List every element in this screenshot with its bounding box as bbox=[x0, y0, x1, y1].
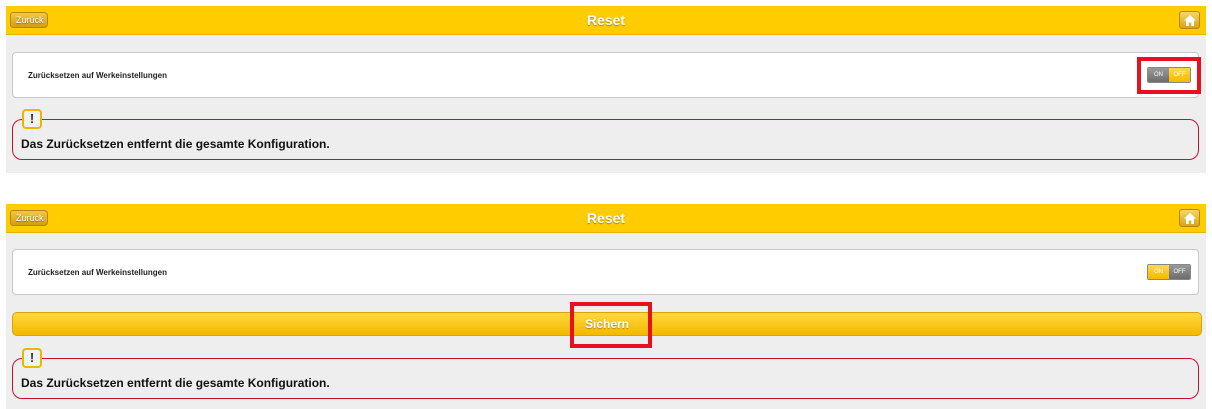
home-button[interactable] bbox=[1179, 11, 1200, 29]
page-title: Reset bbox=[586, 12, 626, 28]
header-bar: Zurück Reset bbox=[6, 6, 1206, 35]
reset-screen-off: Zurück Reset Zurücksetzen auf Werkeinste… bbox=[6, 6, 1206, 173]
warning-notice: Das Zurücksetzen entfernt die gesamte Ko… bbox=[12, 119, 1199, 160]
notice-text: Das Zurücksetzen entfernt die gesamte Ko… bbox=[21, 376, 330, 390]
setting-label: Zurücksetzen auf Werkeinstellungen bbox=[28, 71, 167, 80]
page-title: Reset bbox=[586, 210, 626, 226]
setting-row: Zurücksetzen auf Werkeinstellungen ON OF… bbox=[12, 249, 1199, 295]
header-bar: Zurück Reset bbox=[6, 204, 1206, 233]
toggle-on-label: ON bbox=[1148, 265, 1169, 279]
setting-label: Zurücksetzen auf Werkeinstellungen bbox=[28, 268, 167, 277]
toggle-off-label: OFF bbox=[1169, 265, 1190, 279]
highlight-box bbox=[1137, 57, 1201, 94]
setting-row: Zurücksetzen auf Werkeinstellungen ON OF… bbox=[12, 52, 1199, 98]
warning-notice: Das Zurücksetzen entfernt die gesamte Ko… bbox=[12, 358, 1199, 399]
home-icon bbox=[1184, 213, 1196, 224]
factory-reset-toggle[interactable]: ON OFF bbox=[1147, 264, 1191, 280]
warning-icon: ! bbox=[22, 348, 42, 368]
warning-icon: ! bbox=[22, 109, 42, 129]
home-button[interactable] bbox=[1179, 209, 1200, 227]
highlight-box bbox=[570, 302, 652, 348]
notice-text: Das Zurücksetzen entfernt die gesamte Ko… bbox=[21, 137, 330, 151]
home-icon bbox=[1184, 15, 1196, 26]
